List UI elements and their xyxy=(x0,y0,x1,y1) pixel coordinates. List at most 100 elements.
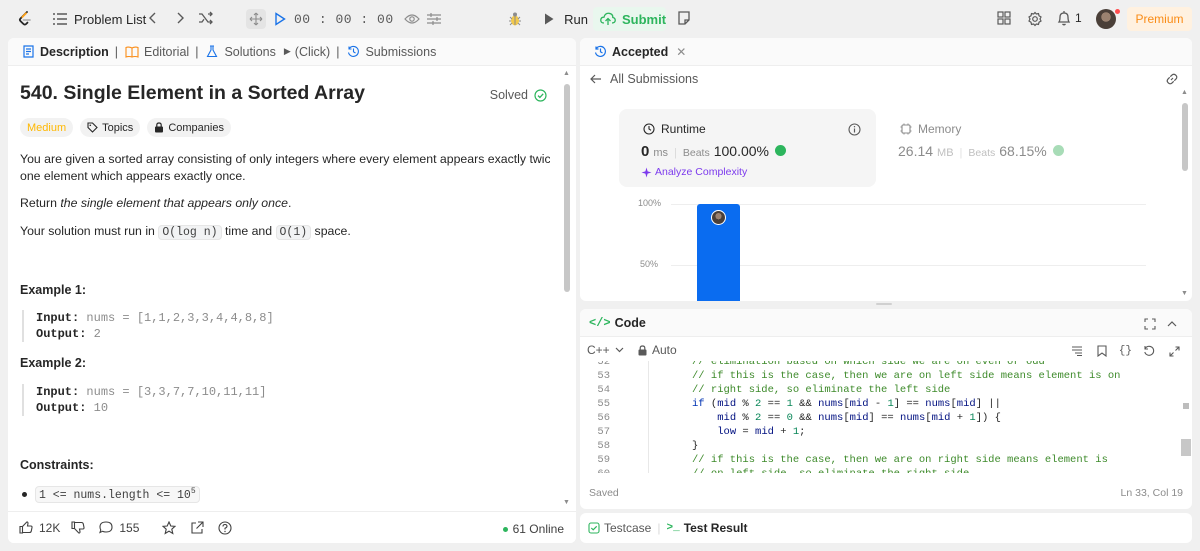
companies-button[interactable]: Companies xyxy=(147,118,231,137)
auto-mode[interactable]: Auto xyxy=(638,343,677,357)
code-punctuation: && xyxy=(792,398,819,410)
start-timer-icon[interactable] xyxy=(272,11,288,27)
favorite-star-icon[interactable] xyxy=(161,520,177,536)
scroll-thumb[interactable] xyxy=(1182,103,1188,171)
tab-editorial[interactable]: Editorial xyxy=(118,44,195,60)
code-line[interactable]: 53 // if this is the case, then we are on… xyxy=(580,369,1172,383)
prev-problem-button[interactable] xyxy=(148,11,158,25)
difficulty-badge[interactable]: Medium xyxy=(20,118,74,137)
premium-button[interactable]: Premium xyxy=(1127,7,1192,31)
vertical-resize-handle[interactable] xyxy=(876,303,892,305)
notifications-button[interactable]: 1 xyxy=(1056,10,1082,26)
scroll-thumb[interactable] xyxy=(564,84,570,292)
tab-test-result-label: Test Result xyxy=(683,521,748,535)
tab-testcase[interactable]: Testcase xyxy=(588,521,651,535)
example-1-output-row: Output: 2 xyxy=(36,326,274,342)
runtime-label: Runtime xyxy=(661,122,706,136)
collapse-chevron-icon[interactable] xyxy=(1164,316,1180,332)
share-link-icon[interactable] xyxy=(1164,71,1180,87)
scroll-up-arrow[interactable]: ▲ xyxy=(1181,89,1188,96)
shuffle-icon[interactable] xyxy=(198,11,214,25)
analyze-complexity-button[interactable]: Analyze Complexity xyxy=(641,166,747,178)
code-line[interactable]: 56 mid % 2 == 0 && nums[mid] == nums[mid… xyxy=(580,411,1172,425)
language-select[interactable]: C++ xyxy=(587,343,624,357)
reset-icon[interactable] xyxy=(1141,343,1157,359)
example-2-title: Example 2: xyxy=(20,356,87,370)
braces-icon[interactable]: {} xyxy=(1119,345,1132,357)
code-minimap[interactable] xyxy=(1178,361,1192,473)
settings-sliders-icon[interactable] xyxy=(426,11,442,27)
example-2-block: Input: nums = [3,3,7,7,10,11,11] Output:… xyxy=(22,384,266,416)
code-line[interactable]: 54 // right side, so eliminate the left s… xyxy=(580,383,1172,397)
result-scrollbar[interactable]: ▲ ▼ xyxy=(1181,89,1188,297)
constraint-exponent: 5 xyxy=(190,487,196,496)
code-line[interactable]: 60 // on left side, so eliminate the righ… xyxy=(580,467,1172,473)
tab-test-result[interactable]: >_ Test Result xyxy=(666,521,747,535)
tab-submissions[interactable]: Submissions xyxy=(339,44,442,60)
distribution-bar[interactable] xyxy=(697,204,740,301)
description-line-2: one element which appears exactly once. xyxy=(20,169,246,183)
code-indent-guide xyxy=(648,361,649,473)
leetcode-logo[interactable] xyxy=(16,10,34,28)
tab-testcase-label: Testcase xyxy=(604,521,652,535)
code-line[interactable]: 52 // elimination based on which side we … xyxy=(580,361,1172,369)
runtime-distribution-chart[interactable]: 100% 50% xyxy=(619,193,1149,301)
drag-handle-icon[interactable] xyxy=(246,9,266,29)
line-number: 54 xyxy=(597,384,610,396)
tag-row: Medium Topics Companies xyxy=(20,118,231,137)
scroll-up-arrow[interactable]: ▲ xyxy=(563,70,570,77)
expand-icon[interactable] xyxy=(1142,316,1158,332)
code-line[interactable]: 57 low = mid + 1; xyxy=(580,425,1172,439)
time-complexity-code: O(log n) xyxy=(158,225,222,240)
memory-card[interactable]: Memory 26.14 MB | Beats 68.15% xyxy=(880,109,1150,187)
example-2-output: 10 xyxy=(93,401,109,415)
submit-button[interactable]: Submit xyxy=(593,7,666,31)
fullscreen-icon[interactable] xyxy=(1166,343,1182,359)
return-suffix: . xyxy=(287,196,292,210)
document-icon xyxy=(20,44,36,60)
code-punctuation: - xyxy=(868,398,888,410)
avatar[interactable] xyxy=(1096,9,1116,29)
bookmark-icon[interactable] xyxy=(1094,343,1110,359)
code-editor[interactable]: 52 // elimination based on which side we … xyxy=(580,361,1172,473)
notes-icon[interactable] xyxy=(676,10,692,26)
example-1-input-row: Input: nums = [1,1,2,3,3,4,4,8,8] xyxy=(36,310,274,326)
close-icon[interactable]: ✕ xyxy=(676,45,686,59)
tab-description[interactable]: Description xyxy=(14,44,115,60)
code-lines: 52 // elimination based on which side we … xyxy=(580,361,1172,473)
all-submissions-link[interactable]: All Submissions xyxy=(588,71,698,87)
eye-icon[interactable] xyxy=(403,11,420,27)
help-icon[interactable] xyxy=(217,520,233,536)
minimap-thumb[interactable] xyxy=(1181,439,1191,456)
format-icon[interactable] xyxy=(1069,343,1085,359)
run-button[interactable]: Run xyxy=(533,9,588,29)
check-circle-icon xyxy=(532,87,548,103)
problem-list-button[interactable]: Problem List xyxy=(52,11,146,27)
like-button[interactable]: 12K xyxy=(18,520,60,536)
tab-solutions[interactable]: Solutions ▶ (Click) xyxy=(198,44,336,60)
debug-button[interactable] xyxy=(504,9,526,29)
settings-gear-icon[interactable] xyxy=(1027,11,1043,27)
code-identifier: nums xyxy=(818,412,844,424)
code-line[interactable]: 59 // if this is the case, then we are on… xyxy=(580,453,1172,467)
runtime-card[interactable]: Runtime 0 ms | Beats 100.00% Analyze Com… xyxy=(619,109,876,187)
scroll-down-arrow[interactable]: ▼ xyxy=(563,499,570,506)
scroll-down-arrow[interactable]: ▼ xyxy=(1181,290,1188,297)
code-identifier: mid xyxy=(755,426,774,438)
layout-icon[interactable] xyxy=(997,11,1011,25)
share-icon[interactable] xyxy=(189,520,205,536)
info-icon[interactable] xyxy=(846,121,862,137)
code-line[interactable]: 55 if (mid % 2 == 1 && nums[mid - 1] == n… xyxy=(580,397,1172,411)
comments-button[interactable]: 155 xyxy=(98,520,139,536)
memory-chip-icon xyxy=(898,121,914,137)
dislike-button[interactable] xyxy=(70,520,86,536)
next-problem-button[interactable] xyxy=(175,11,185,25)
line-number: 59 xyxy=(597,454,610,466)
result-tab-bar: Accepted ✕ xyxy=(580,38,1192,66)
left-scrollbar[interactable]: ▲ ▼ xyxy=(563,70,570,506)
topics-button[interactable]: Topics xyxy=(80,118,141,137)
fire-beats-icon xyxy=(1052,145,1064,156)
code-line[interactable]: 58} xyxy=(580,439,1172,453)
fire-beats-icon xyxy=(775,145,787,156)
tab-accepted[interactable]: Accepted ✕ xyxy=(586,44,692,60)
